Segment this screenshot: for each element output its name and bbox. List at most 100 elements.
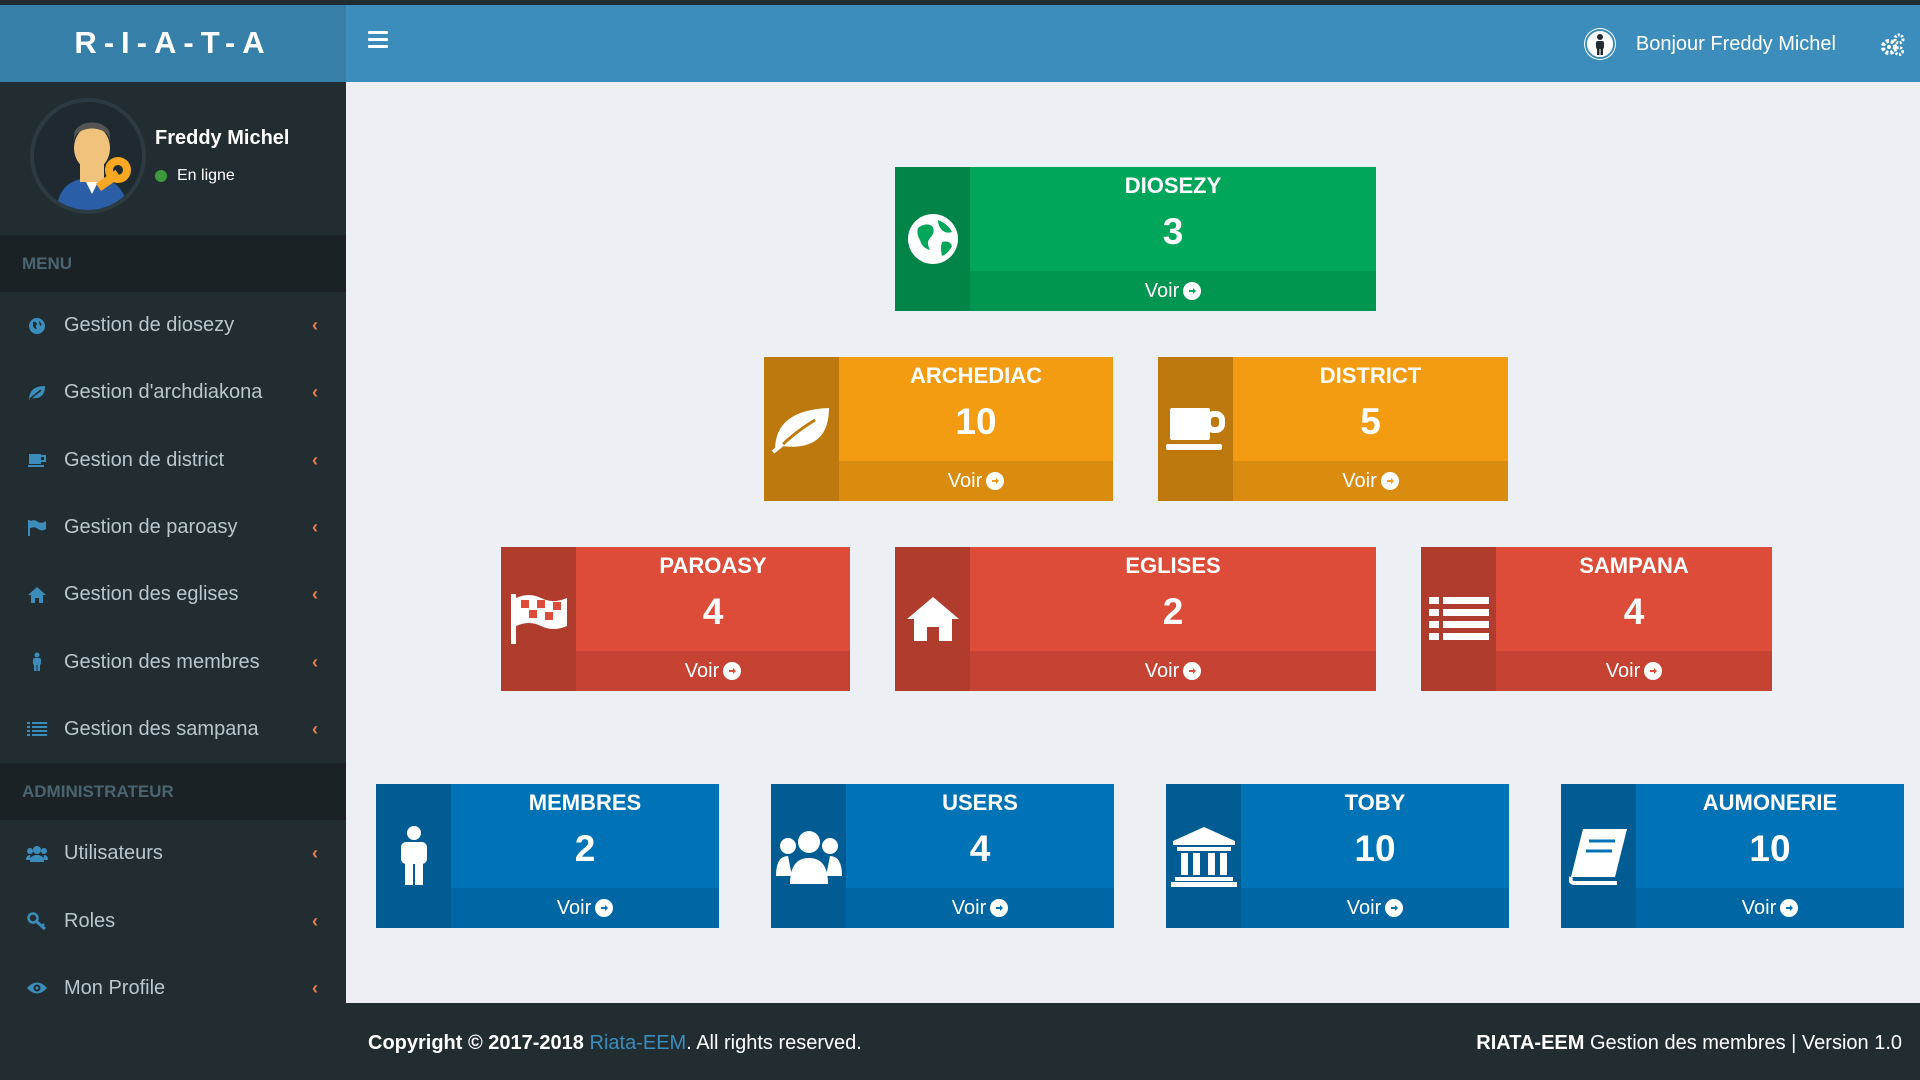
card-title: PAROASY <box>659 553 767 578</box>
globe-icon <box>26 315 48 337</box>
arrow-circle-right-icon <box>1183 662 1202 680</box>
chevron-left-icon: ‹ <box>312 449 318 470</box>
sidebar-item-label: Gestion des membres <box>64 650 260 673</box>
arrow-circle-right-icon <box>595 899 614 917</box>
user-panel: Freddy Michel En ligne <box>0 82 346 235</box>
arrow-circle-right-icon <box>1644 662 1663 680</box>
card-count: 4 <box>969 828 991 869</box>
card-link[interactable]: Voir <box>451 888 719 928</box>
home-icon <box>26 584 48 606</box>
app-logo[interactable]: R-I-A-T-A <box>0 0 346 82</box>
chevron-left-icon: ‹ <box>312 651 318 672</box>
sidebar-item-paroasy[interactable]: Gestion de paroasy ‹ <box>0 494 346 561</box>
chevron-left-icon: ‹ <box>312 843 318 864</box>
sidebar-item-label: Gestion de paroasy <box>64 516 238 539</box>
top-navbar: Bonjour Freddy Michel <box>346 5 1920 82</box>
flag-icon <box>26 517 48 539</box>
card-link-label: Voir <box>1346 896 1382 919</box>
sidebar-item-label: Mon Profile <box>64 976 166 999</box>
card-count: 10 <box>1354 828 1396 869</box>
sidebar-item-label: Roles <box>64 909 116 932</box>
sidebar-item-label: Gestion d'archdiakona <box>64 381 263 404</box>
card-diosezy[interactable]: DIOSEZY 3 Voir <box>895 167 1376 311</box>
card-title: MEMBRES <box>528 790 642 815</box>
gears-icon[interactable] <box>1880 32 1906 58</box>
card-count: 3 <box>1162 211 1184 252</box>
sidebar-item-archdiakona[interactable]: Gestion d'archdiakona ‹ <box>0 359 346 426</box>
card-link[interactable]: Voir <box>1636 888 1904 928</box>
user-status: En ligne <box>155 167 235 185</box>
card-link[interactable]: Voir <box>839 461 1113 501</box>
arrow-circle-right-icon <box>1385 899 1404 917</box>
user-status-label: En ligne <box>177 167 235 184</box>
chevron-left-icon: ‹ <box>312 315 318 336</box>
footer-version-text: Gestion des membres | Version 1.0 <box>1589 1032 1902 1054</box>
card-title: DISTRICT <box>1319 363 1422 388</box>
card-archediac[interactable]: ARCHEDIAC 10 Voir <box>764 357 1113 501</box>
sidebar-item-label: Gestion de diosezy <box>64 314 235 337</box>
sidebar-item-label: Gestion des eglises <box>64 583 239 606</box>
card-link-label: Voir <box>684 659 720 682</box>
card-count: 2 <box>1162 591 1184 632</box>
card-link[interactable]: Voir <box>576 651 850 691</box>
card-link-label: Voir <box>1144 279 1180 302</box>
arrow-circle-right-icon <box>723 662 742 680</box>
card-title: SAMPANA <box>1579 553 1689 578</box>
menu-toggle-icon[interactable] <box>368 31 388 49</box>
card-paroasy[interactable]: PAROASY 4 Voir <box>501 547 850 691</box>
sidebar-item-sampana[interactable]: Gestion des sampana ‹ <box>0 696 346 763</box>
card-users[interactable]: USERS 4 Voir <box>771 784 1114 928</box>
card-sampana[interactable]: SAMPANA 4 Voir <box>1421 547 1772 691</box>
user-menu[interactable]: Bonjour Freddy Michel <box>1583 28 1836 60</box>
card-link[interactable]: Voir <box>846 888 1114 928</box>
card-membres[interactable]: MEMBRES 2 Voir <box>376 784 719 928</box>
arrow-circle-right-icon <box>1780 899 1799 917</box>
home-icon <box>895 547 970 691</box>
list-icon <box>1421 547 1496 691</box>
user-name: Freddy Michel <box>155 127 290 149</box>
card-link-label: Voir <box>1342 469 1377 492</box>
card-link-label: Voir <box>947 469 983 492</box>
card-link[interactable]: Voir <box>970 271 1376 311</box>
card-eglises[interactable]: EGLISES 2 Voir <box>895 547 1376 691</box>
card-toby[interactable]: TOBY 10 Voir <box>1166 784 1509 928</box>
user-avatar <box>30 98 146 214</box>
sidebar-item-district[interactable]: Gestion de district ‹ <box>0 427 346 494</box>
card-aumonerie[interactable]: AUMONERIE 10 Voir <box>1561 784 1904 928</box>
sidebar-item-mon-profile[interactable]: Mon Profile ‹ <box>0 955 346 1022</box>
male-icon <box>26 651 48 673</box>
chevron-left-icon: ‹ <box>312 382 318 403</box>
card-link[interactable]: Voir <box>1496 651 1772 691</box>
card-title: EGLISES <box>1125 553 1221 578</box>
chevron-left-icon: ‹ <box>312 718 318 739</box>
card-link[interactable]: Voir <box>1233 461 1508 501</box>
footer-link[interactable]: Riata-EEM <box>590 1032 687 1054</box>
sidebar-item-diosezy[interactable]: Gestion de diosezy ‹ <box>0 292 346 359</box>
sidebar-item-eglises[interactable]: Gestion des eglises ‹ <box>0 561 346 628</box>
card-link[interactable]: Voir <box>1241 888 1509 928</box>
arrow-circle-right-icon <box>1380 472 1399 490</box>
coffee-icon <box>26 449 48 471</box>
sidebar-item-utilisateurs[interactable]: Utilisateurs ‹ <box>0 820 346 887</box>
admin-section-header: ADMINISTRATEUR <box>0 763 346 821</box>
card-title: AUMONERIE <box>1702 790 1838 815</box>
sidebar-item-roles[interactable]: Roles ‹ <box>0 887 346 954</box>
footer-version: RIATA-EEM Gestion des membres | Version … <box>1476 1032 1902 1055</box>
card-title: DIOSEZY <box>1124 173 1222 198</box>
arrow-circle-right-icon <box>986 472 1005 490</box>
card-link-label: Voir <box>1741 896 1777 919</box>
footer-copyright: Copyright © 2017-2018 Riata-EEM. All rig… <box>368 1032 862 1055</box>
users-icon <box>771 784 846 928</box>
greeting-label: Bonjour Freddy Michel <box>1635 32 1836 55</box>
user-info-icon <box>1583 28 1616 60</box>
card-link-label: Voir <box>556 896 592 919</box>
flag-checkered-icon <box>501 547 576 691</box>
card-district[interactable]: DISTRICT 5 Voir <box>1158 357 1508 501</box>
chevron-left-icon: ‹ <box>312 584 318 605</box>
card-link[interactable]: Voir <box>970 651 1376 691</box>
sidebar: R-I-A-T-A Freddy Michel En ligne MENU Ge… <box>0 0 346 1080</box>
arrow-circle-right-icon <box>1183 282 1202 300</box>
sidebar-item-membres[interactable]: Gestion des membres ‹ <box>0 628 346 695</box>
leaf-icon <box>764 357 839 501</box>
card-title: USERS <box>942 790 1018 815</box>
